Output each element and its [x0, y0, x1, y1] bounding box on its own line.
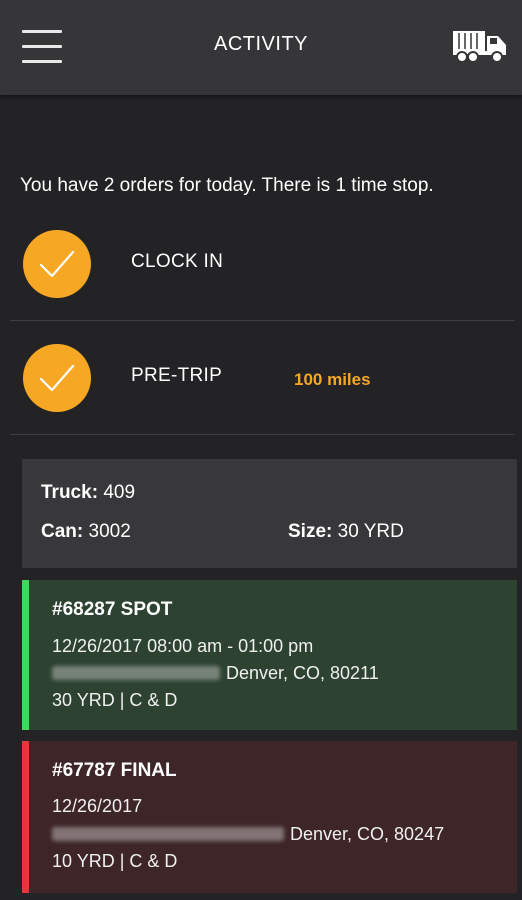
redacted-street: [52, 666, 220, 680]
truck-value: 409: [103, 482, 136, 503]
size-value: 30 YRD: [337, 521, 404, 542]
step-label: CLOCK IN: [131, 251, 224, 272]
order-details: 30 YRD | C & D: [52, 690, 178, 710]
order-card-final[interactable]: #67787 FINAL 12/26/2017 Denver, CO, 8024…: [22, 741, 517, 893]
truck-label: Truck:: [41, 482, 99, 503]
truck-field: Truck: 409: [41, 482, 135, 504]
app-header: ACTIVITY: [0, 0, 522, 95]
order-time: 12/26/2017: [52, 796, 143, 816]
step-label: PRE-TRIP: [131, 365, 223, 386]
can-field: Can: 3002: [41, 521, 131, 543]
order-city: Denver, CO, 80211: [226, 663, 379, 683]
order-address: Denver, CO, 80211: [52, 663, 379, 684]
order-title: #67787 FINAL: [52, 760, 177, 781]
redacted-street: [52, 827, 284, 841]
order-card-spot[interactable]: #68287 SPOT 12/26/2017 08:00 am - 01:00 …: [22, 580, 517, 730]
page-title: ACTIVITY: [213, 33, 308, 55]
order-address: Denver, CO, 80247: [52, 824, 444, 845]
size-field: Size: 30 YRD: [288, 521, 404, 543]
order-city: Denver, CO, 80247: [290, 824, 445, 844]
can-label: Can:: [41, 521, 84, 542]
orders-summary: You have 2 orders for today. There is 1 …: [20, 175, 434, 196]
step-pre-trip[interactable]: PRE-TRIP 100 miles: [10, 322, 515, 435]
order-details: 10 YRD | C & D: [52, 851, 178, 871]
order-title: #68287 SPOT: [52, 599, 173, 620]
truck-icon[interactable]: [452, 28, 508, 64]
size-label: Size:: [288, 521, 333, 542]
order-time: 12/26/2017 08:00 am - 01:00 pm: [52, 636, 314, 656]
mileage-value: 100 miles: [294, 370, 371, 389]
truck-info-card: Truck: 409 Can: 3002 Size: 30 YRD: [22, 459, 517, 568]
check-icon: [23, 230, 91, 298]
can-value: 3002: [88, 521, 131, 542]
step-clock-in[interactable]: CLOCK IN: [10, 208, 515, 321]
check-icon: [23, 344, 91, 412]
